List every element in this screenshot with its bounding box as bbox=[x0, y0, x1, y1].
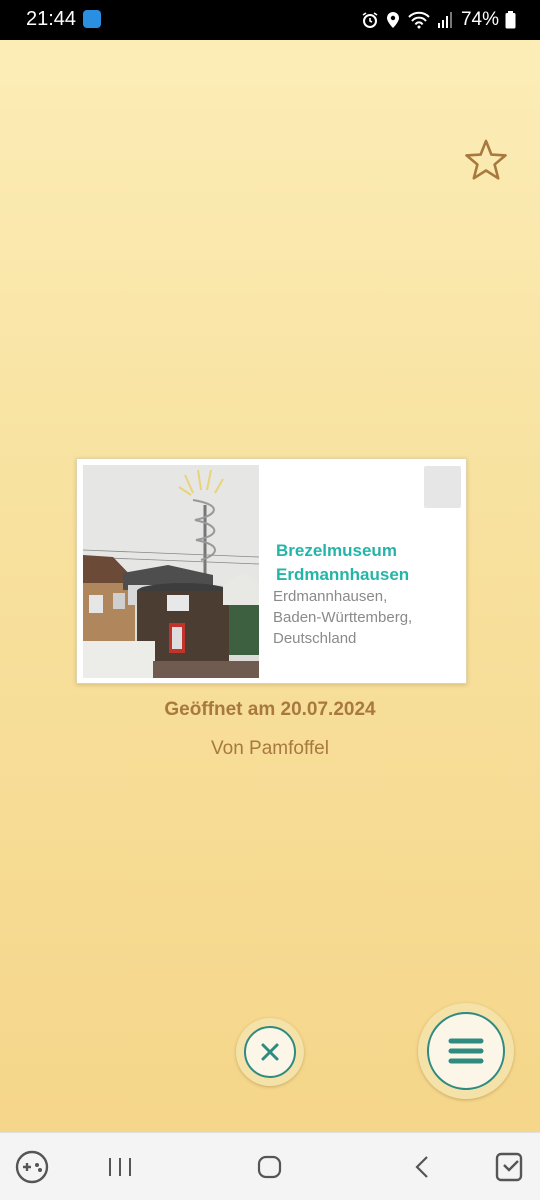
close-button[interactable] bbox=[236, 1018, 304, 1086]
recents-icon bbox=[109, 1158, 131, 1176]
screenshot-button[interactable] bbox=[490, 1147, 530, 1187]
menu-icon bbox=[448, 1038, 484, 1064]
poi-photo bbox=[83, 465, 259, 678]
app-notification-icon bbox=[83, 10, 101, 28]
back-icon bbox=[415, 1156, 428, 1178]
recents-button[interactable] bbox=[100, 1147, 140, 1187]
alarm-icon bbox=[362, 12, 378, 28]
poi-address-line: Baden-Württemberg, bbox=[273, 609, 413, 626]
poi-card[interactable]: Brezelmuseum Erdmannhausen Erdmannhausen… bbox=[76, 458, 467, 684]
poi-name-line2: Erdmannhausen bbox=[276, 565, 410, 584]
card-corner-button[interactable] bbox=[424, 466, 461, 508]
navigation-bar bbox=[0, 1132, 540, 1200]
home-button[interactable] bbox=[250, 1147, 290, 1187]
poi-name-line1: Brezelmuseum bbox=[276, 541, 397, 560]
signal-icon bbox=[437, 12, 452, 28]
close-button-inner bbox=[244, 1026, 296, 1078]
battery-percent: 74% bbox=[460, 9, 499, 30]
screenshot-icon bbox=[495, 1152, 523, 1182]
poi-name: Brezelmuseum Erdmannhausen bbox=[276, 539, 461, 587]
submitted-by: Von Pamfoffel bbox=[211, 738, 329, 759]
star-icon bbox=[465, 139, 507, 180]
poi-address-line: Erdmannhausen, bbox=[273, 588, 388, 605]
opened-date: Geöffnet am 20.07.2024 bbox=[164, 699, 376, 720]
poi-address-line: Deutschland bbox=[273, 630, 357, 647]
battery-icon bbox=[505, 11, 516, 29]
menu-button[interactable] bbox=[418, 1003, 514, 1099]
home-icon bbox=[257, 1155, 282, 1179]
status-bar: 21:44 74% bbox=[0, 0, 540, 40]
location-icon bbox=[386, 12, 399, 28]
close-icon bbox=[261, 1043, 279, 1061]
status-time: 21:44 bbox=[26, 8, 77, 30]
menu-button-inner bbox=[427, 1012, 505, 1090]
main-area: Brezelmuseum Erdmannhausen Erdmannhausen… bbox=[0, 40, 540, 1132]
status-icons: 74% bbox=[361, 6, 516, 34]
favorite-button[interactable] bbox=[462, 136, 510, 184]
poi-address: Erdmannhausen, Baden-Württemberg, Deutsc… bbox=[273, 586, 463, 649]
back-button[interactable] bbox=[402, 1147, 442, 1187]
game-launcher-button[interactable] bbox=[12, 1147, 52, 1187]
wifi-icon bbox=[408, 11, 430, 29]
game-launcher-icon bbox=[15, 1150, 49, 1184]
